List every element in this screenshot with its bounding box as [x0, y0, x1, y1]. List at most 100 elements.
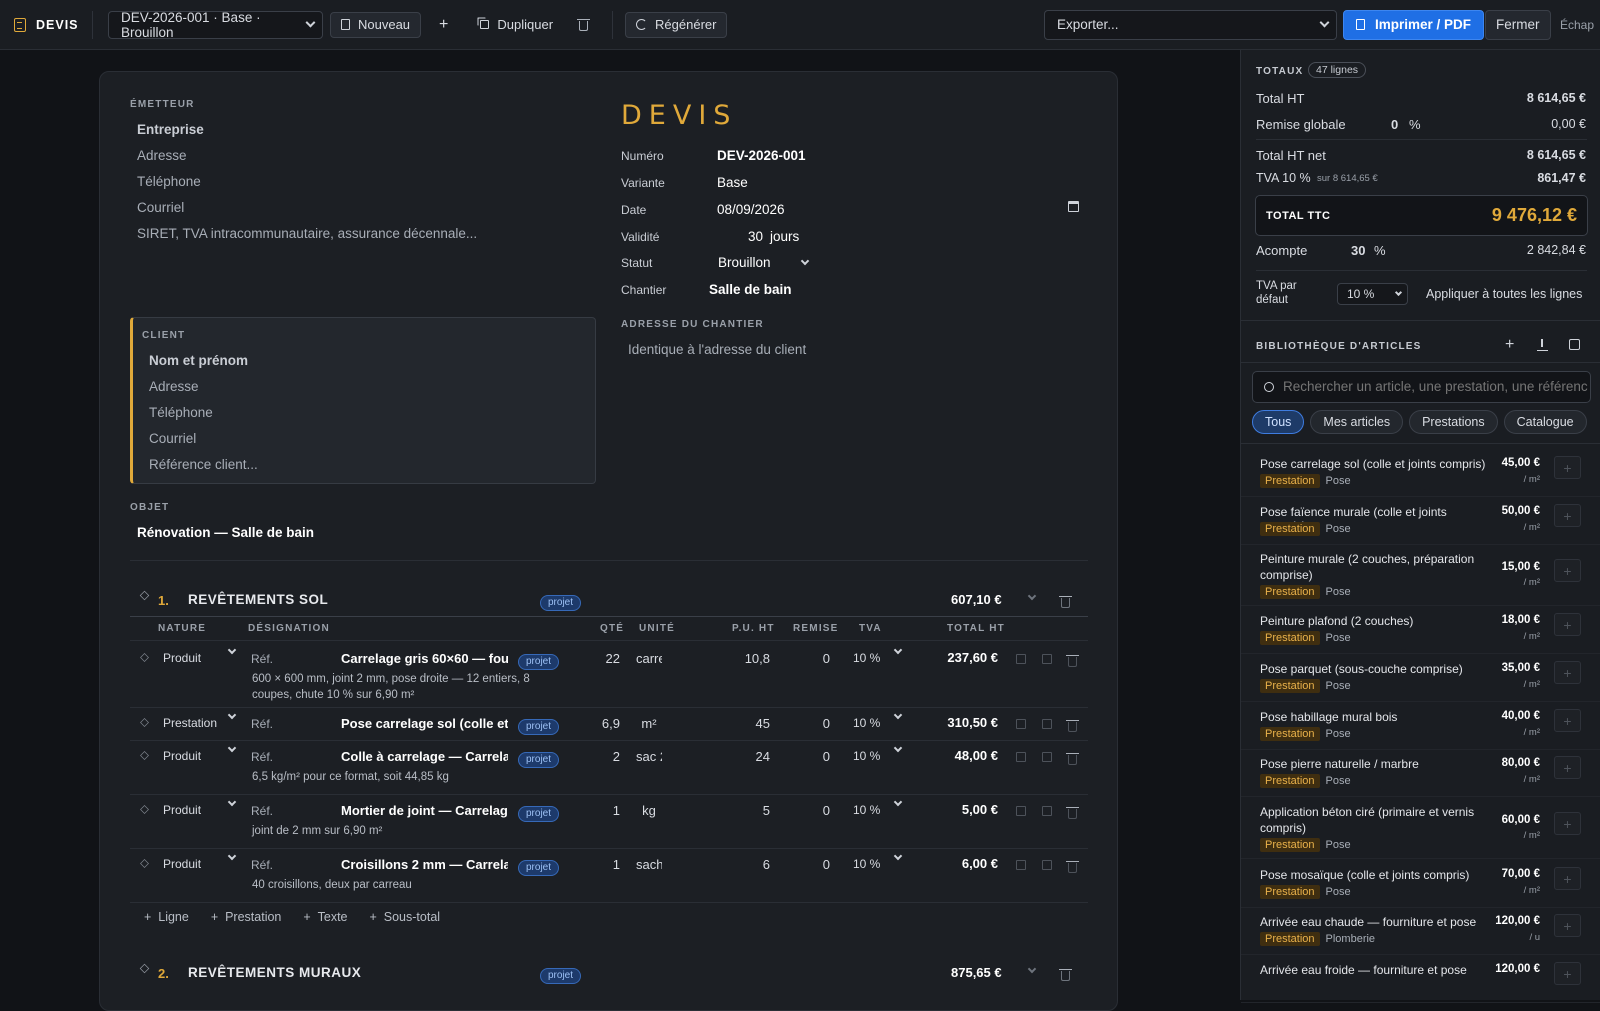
section-title[interactable]: REVÊTEMENTS SOL [188, 592, 328, 607]
designation-field[interactable]: Croisillons 2 mm — Carrelage [341, 857, 508, 872]
save-line-icon[interactable] [1016, 860, 1026, 870]
library-item-add-button[interactable]: + [1554, 756, 1581, 779]
add-button[interactable]: + [429, 12, 458, 38]
save-icon[interactable] [1569, 339, 1580, 350]
discount-field[interactable]: 0 [790, 749, 830, 764]
qty-field[interactable]: 1 [580, 857, 620, 872]
drag-handle-icon[interactable] [140, 653, 149, 662]
vat-select[interactable]: 10 % [853, 645, 903, 665]
collapse-chevron-icon[interactable] [1027, 591, 1037, 601]
unit-field[interactable]: carre [636, 651, 662, 666]
unit-field[interactable]: m² [636, 716, 662, 731]
library-item-add-button[interactable]: + [1554, 661, 1581, 684]
site-field[interactable]: Salle de bain [709, 282, 792, 297]
discount-field[interactable]: 0 [790, 716, 830, 731]
designation-field[interactable]: Pose carrelage sol (colle et jo [341, 716, 508, 731]
number-field[interactable]: DEV-2026-001 [717, 148, 806, 163]
designation-field[interactable]: Colle à carrelage — Carrelage [341, 749, 508, 764]
save-line-icon[interactable] [1016, 719, 1026, 729]
pu-field[interactable]: 24 [720, 749, 770, 764]
drag-handle-icon[interactable] [140, 859, 149, 868]
object-field[interactable]: Rénovation — Salle de bain [137, 525, 314, 540]
add-service-button[interactable]: + Prestation [211, 910, 282, 924]
add-subtotal-button[interactable]: + Sous-total [370, 910, 441, 924]
line-description[interactable]: 40 croisillons, deux par carreau [252, 879, 412, 891]
line-description[interactable]: 6,5 kg/m² pour ce format, soit 44,85 kg [252, 771, 449, 783]
ref-field[interactable]: Réf. [251, 717, 273, 731]
copy-icon[interactable] [1042, 719, 1052, 729]
ref-field[interactable]: Réf. [251, 652, 273, 666]
library-item-add-button[interactable]: + [1554, 914, 1581, 937]
variant-field[interactable]: Base [717, 175, 748, 190]
library-add-button[interactable]: + [1505, 336, 1514, 354]
save-line-icon[interactable] [1016, 654, 1026, 664]
discount-field[interactable]: 0 [790, 803, 830, 818]
trash-icon[interactable] [1066, 861, 1079, 873]
discount-field[interactable]: 0 [790, 651, 830, 666]
emitter-legal-field[interactable]: SIRET, TVA intracommunautaire, assurance… [137, 226, 477, 241]
validity-field[interactable]: 30 [748, 229, 763, 244]
pu-field[interactable]: 10,8 [720, 651, 770, 666]
add-line-button[interactable]: + Ligne [144, 910, 189, 924]
vat-select[interactable]: 10 % [853, 851, 903, 871]
section-title[interactable]: REVÊTEMENTS MURAUX [188, 965, 361, 980]
calendar-icon[interactable] [1068, 201, 1079, 212]
unit-field[interactable]: sach [636, 857, 662, 872]
copy-icon[interactable] [1042, 752, 1052, 762]
library-search-input[interactable] [1283, 379, 1588, 394]
designation-field[interactable]: Mortier de joint — Carrelage [341, 803, 508, 818]
trash-icon[interactable] [1066, 655, 1079, 667]
pu-field[interactable]: 45 [720, 716, 770, 731]
delete-button[interactable] [569, 12, 598, 38]
company-field[interactable]: Entreprise [137, 122, 204, 137]
collapse-chevron-icon[interactable] [1027, 964, 1037, 974]
library-item-add-button[interactable]: + [1554, 559, 1581, 582]
library-item-add-button[interactable]: + [1554, 867, 1581, 890]
nature-select[interactable]: Produit [163, 851, 237, 871]
global-discount-input[interactable]: 0 [1391, 117, 1398, 132]
status-select[interactable]: Brouillon [718, 255, 810, 270]
ref-field[interactable]: Réf. [251, 804, 273, 818]
library-item-add-button[interactable]: + [1554, 456, 1581, 479]
library-item-add-button[interactable]: + [1554, 962, 1581, 985]
discount-field[interactable]: 0 [790, 857, 830, 872]
library-item-add-button[interactable]: + [1554, 812, 1581, 835]
new-button[interactable]: Nouveau [330, 11, 422, 38]
client-email-field[interactable]: Courriel [149, 431, 196, 446]
client-phone-field[interactable]: Téléphone [149, 405, 213, 420]
trash-icon[interactable] [1059, 596, 1072, 608]
site-address-field[interactable]: Identique à l'adresse du client [628, 342, 806, 357]
library-item-add-button[interactable]: + [1554, 504, 1581, 527]
vat-select[interactable]: 10 % [853, 743, 903, 763]
document-select[interactable]: DEV-2026-001 · Base · Brouillon [108, 10, 323, 40]
ref-field[interactable]: Réf. [251, 750, 273, 764]
emitter-phone-field[interactable]: Téléphone [137, 174, 201, 189]
deposit-input[interactable]: 30 [1351, 243, 1365, 258]
emitter-email-field[interactable]: Courriel [137, 200, 184, 215]
client-address-field[interactable]: Adresse [149, 379, 199, 394]
add-text-button[interactable]: + Texte [303, 910, 347, 924]
drag-handle-icon[interactable] [140, 805, 149, 814]
drag-handle-icon[interactable] [140, 718, 149, 727]
unit-field[interactable]: sac 2 [636, 749, 662, 764]
pu-field[interactable]: 5 [720, 803, 770, 818]
drag-handle-icon[interactable] [140, 751, 149, 760]
trash-icon[interactable] [1066, 753, 1079, 765]
save-line-icon[interactable] [1016, 752, 1026, 762]
copy-icon[interactable] [1042, 654, 1052, 664]
qty-field[interactable]: 1 [580, 803, 620, 818]
vat-select[interactable]: 10 % [853, 710, 903, 730]
client-name-field[interactable]: Nom et prénom [149, 353, 248, 368]
nature-select[interactable]: Prestation [163, 710, 237, 730]
filter-catalog[interactable]: Catalogue [1503, 410, 1587, 434]
close-button[interactable]: Fermer [1485, 9, 1551, 40]
ref-field[interactable]: Réf. [251, 858, 273, 872]
qty-field[interactable]: 2 [580, 749, 620, 764]
line-description[interactable]: joint de 2 mm sur 6,90 m² [252, 825, 382, 837]
filter-my-articles[interactable]: Mes articles [1310, 410, 1404, 434]
copy-icon[interactable] [1042, 860, 1052, 870]
pu-field[interactable]: 6 [720, 857, 770, 872]
designation-field[interactable]: Carrelage gris 60×60 — fourn [341, 651, 508, 666]
copy-icon[interactable] [1042, 806, 1052, 816]
unit-field[interactable]: kg [636, 803, 662, 818]
